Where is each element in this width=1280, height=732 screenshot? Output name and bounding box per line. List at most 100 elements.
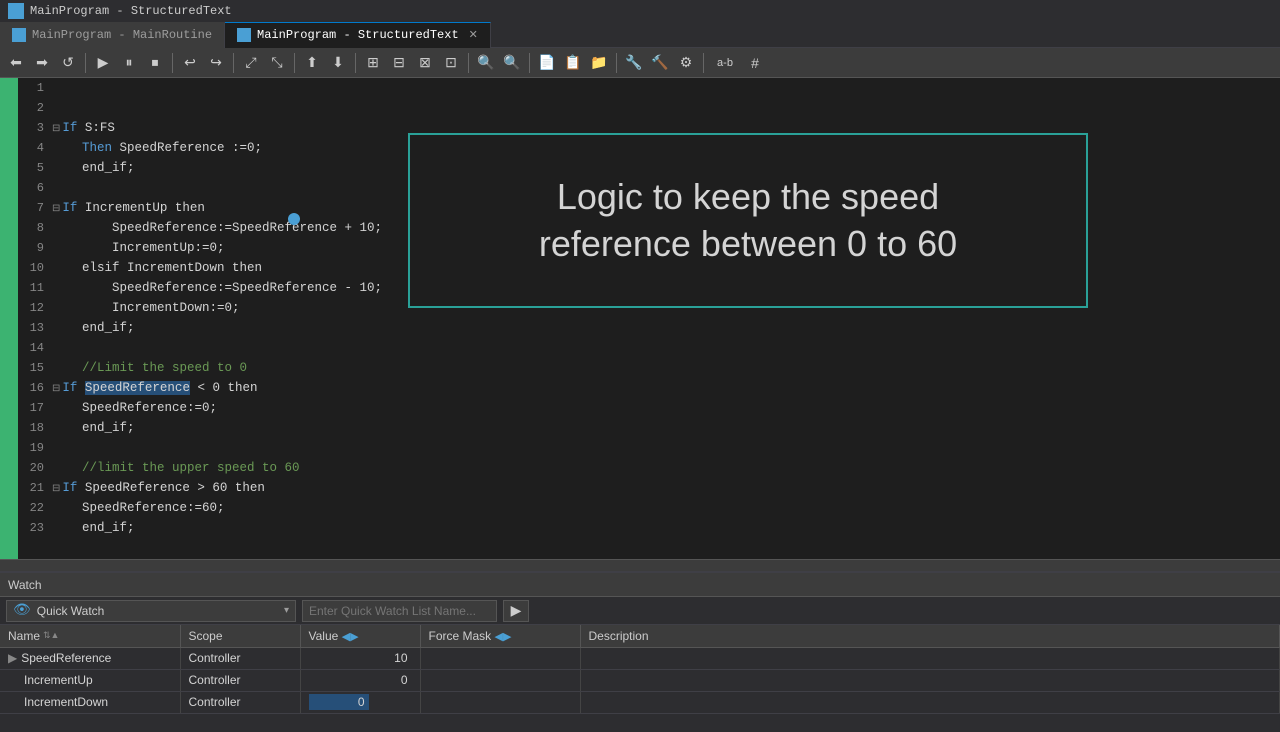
toolbar-btn-zoomout[interactable]: 🔍 [500, 51, 524, 75]
title-text: MainProgram - StructuredText [30, 4, 232, 18]
sep-1 [85, 53, 86, 73]
watch-dropdown[interactable]: 👁 Quick Watch ▾ [6, 600, 296, 622]
toolbar-btn-dot[interactable]: ⊡ [439, 51, 463, 75]
code-line-2: 2 [18, 98, 1280, 118]
tab-label-2: MainProgram - StructuredText [257, 28, 459, 42]
sep-9 [703, 53, 704, 73]
watch-row-2: IncrementDown Controller [0, 691, 1280, 713]
sort-icon-name[interactable]: ⇅▲ [43, 630, 59, 641]
watch-row-0-desc [580, 647, 1280, 669]
watch-panel-header: Watch [0, 573, 1280, 597]
toolbar-btn-x[interactable]: ⊠ [413, 51, 437, 75]
toolbar-btn-redo[interactable]: ↪ [204, 51, 228, 75]
annotation-box: Logic to keep the speed reference betwee… [408, 133, 1088, 308]
sep-6 [468, 53, 469, 73]
toolbar-btn-expand[interactable]: ⤢ [239, 51, 263, 75]
watch-name-input[interactable] [302, 600, 497, 622]
col-description: Description [580, 625, 1280, 647]
watch-row-2-desc [580, 691, 1280, 713]
expand-icon-0[interactable]: ▶ [8, 651, 17, 665]
col-force-mask: Force Mask ◀▶ [420, 625, 580, 647]
watch-row-2-value-input[interactable] [309, 694, 369, 710]
col-force-arrow: ◀▶ [495, 631, 512, 643]
watch-row-0-name: ▶SpeedReference [0, 647, 180, 669]
watch-row-2-value[interactable] [300, 691, 420, 713]
tab-icon-2 [237, 28, 251, 42]
toolbar-btn-paste[interactable]: 📋 [561, 51, 585, 75]
toolbar-btn-hammer[interactable]: 🔨 [648, 51, 672, 75]
watch-row-2-name: IncrementDown [0, 691, 180, 713]
sep-2 [172, 53, 173, 73]
watch-row-1-name: IncrementUp [0, 669, 180, 691]
tab-structured-text[interactable]: MainProgram - StructuredText ✕ [225, 22, 491, 48]
sep-8 [616, 53, 617, 73]
toolbar-btn-hash[interactable]: # [743, 51, 767, 75]
watch-panel-title: Watch [8, 578, 42, 592]
toolbar-btn-grid[interactable]: ⊞ [361, 51, 385, 75]
watch-table: Name⇅▲ Scope Value ◀▶ Force Mask ◀▶ Desc [0, 625, 1280, 732]
toolbar-btn-gear[interactable]: ⚙ [674, 51, 698, 75]
toolbar-btn-stop[interactable]: ⏹ [143, 51, 167, 75]
col-value: Value ◀▶ [300, 625, 420, 647]
collapse-icon-7[interactable]: ⊟ [52, 204, 60, 215]
toolbar-btn-collapse[interactable]: ⤡ [265, 51, 289, 75]
toolbar-btn-ab[interactable]: a-b [709, 51, 741, 75]
toolbar-btn-wrench[interactable]: 🔧 [622, 51, 646, 75]
watch-toolbar: 👁 Quick Watch ▾ ▶ [0, 597, 1280, 625]
code-line-21: 21 ⊟If SpeedReference > 60 then [18, 478, 1280, 498]
toolbar-btn-fwd[interactable]: ➡ [30, 51, 54, 75]
watch-panel: Watch 👁 Quick Watch ▾ ▶ Name⇅▲ Scope [0, 571, 1280, 732]
sep-5 [355, 53, 356, 73]
watch-row-1-value: 0 [300, 669, 420, 691]
watch-go-button[interactable]: ▶ [503, 600, 529, 622]
toolbar-btn-minus[interactable]: ⊟ [387, 51, 411, 75]
main-editor-area: 1 2 3 ⊟If S:FS 4 Then SpeedReference :=0… [0, 78, 1280, 559]
toolbar-btn-refresh[interactable]: ↺ [56, 51, 80, 75]
col-name: Name⇅▲ [0, 625, 180, 647]
collapse-icon-21[interactable]: ⊟ [52, 484, 60, 495]
toolbar-btn-copy[interactable]: 📄 [535, 51, 559, 75]
code-line-1: 1 [18, 78, 1280, 98]
watch-row-0-value: 10 [300, 647, 420, 669]
watch-row-1-scope: Controller [180, 669, 300, 691]
sep-4 [294, 53, 295, 73]
code-line-19: 19 [18, 438, 1280, 458]
watch-row-1: IncrementUp Controller 0 [0, 669, 1280, 691]
code-line-16: 16 ⊟If SpeedReference < 0 then [18, 378, 1280, 398]
tab-bar: MainProgram - MainRoutine MainProgram - … [0, 22, 1280, 48]
tab-close-btn[interactable]: ✕ [469, 28, 478, 42]
watch-row-0: ▶SpeedReference Controller 10 [0, 647, 1280, 669]
toolbar-btn-run[interactable]: ▶ [91, 51, 115, 75]
code-line-14: 14 [18, 338, 1280, 358]
toolbar-btn-back[interactable]: ⬅ [4, 51, 28, 75]
toolbar-btn-undo[interactable]: ↩ [178, 51, 202, 75]
watch-row-1-force [420, 669, 580, 691]
watch-row-2-scope: Controller [180, 691, 300, 713]
collapse-icon-3[interactable]: ⊟ [52, 124, 60, 135]
title-bar: MainProgram - StructuredText [0, 0, 1280, 22]
code-line-18: 18 end_if; [18, 418, 1280, 438]
watch-row-0-scope: Controller [180, 647, 300, 669]
toolbar-btn-pause[interactable]: ⏸ [117, 51, 141, 75]
horizontal-scrollbar[interactable] [0, 559, 1280, 571]
code-line-13: 13 end_if; [18, 318, 1280, 338]
watch-icon: 👁 [13, 602, 31, 619]
code-editor[interactable]: 1 2 3 ⊟If S:FS 4 Then SpeedReference :=0… [18, 78, 1280, 559]
sep-7 [529, 53, 530, 73]
toolbar-btn-open[interactable]: 📁 [587, 51, 611, 75]
tab-main-routine[interactable]: MainProgram - MainRoutine [0, 22, 225, 48]
gutter [0, 78, 18, 559]
toolbar: ⬅ ➡ ↺ ▶ ⏸ ⏹ ↩ ↪ ⤢ ⤡ ⬆ ⬇ ⊞ ⊟ ⊠ ⊡ 🔍 🔍 📄 📋 … [0, 48, 1280, 78]
toolbar-btn-up[interactable]: ⬆ [300, 51, 324, 75]
collapse-icon-16[interactable]: ⊟ [52, 384, 60, 395]
gutter-active-region [0, 78, 18, 559]
code-line-23: 23 end_if; [18, 518, 1280, 538]
watch-dropdown-arrow: ▾ [284, 605, 289, 617]
toolbar-btn-zoomin[interactable]: 🔍 [474, 51, 498, 75]
watch-go-icon: ▶ [511, 602, 522, 619]
tab-label-1: MainProgram - MainRoutine [32, 28, 212, 42]
watch-row-2-force [420, 691, 580, 713]
col-scope: Scope [180, 625, 300, 647]
toolbar-btn-down[interactable]: ⬇ [326, 51, 350, 75]
annotation-text: Logic to keep the speed reference betwee… [539, 174, 957, 268]
